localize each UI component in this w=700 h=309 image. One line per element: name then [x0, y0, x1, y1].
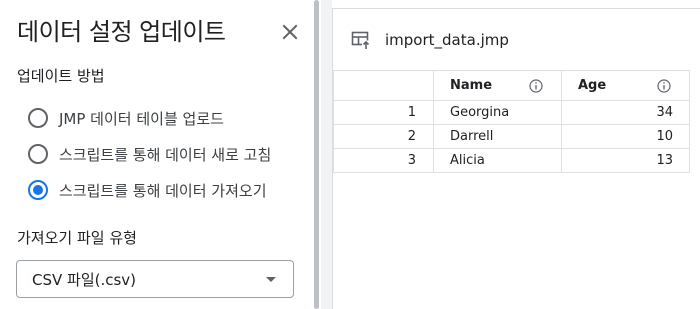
- row-index: 3: [333, 148, 434, 173]
- table-row: 3 Alicia 13: [333, 148, 690, 173]
- close-button[interactable]: [276, 18, 304, 46]
- data-preview-panel: import_data.jmp Name Age 1 Georgina 34 2…: [332, 8, 700, 309]
- radio-selected-dot: [33, 185, 43, 195]
- cell-name: Alicia: [433, 148, 562, 173]
- radio-button[interactable]: [28, 108, 48, 128]
- row-index: 2: [333, 124, 434, 149]
- data-preview-table: Name Age 1 Georgina 34 2 Darrell 10 3 Al…: [333, 70, 690, 173]
- panel-gutter: [321, 0, 332, 309]
- info-icon[interactable]: [529, 78, 543, 93]
- update-method-label: 업데이트 방법: [17, 67, 105, 85]
- radio-label: 스크립트를 통해 데이터 새로 고침: [59, 145, 272, 164]
- cell-name: Georgina: [433, 100, 562, 125]
- radio-option-refresh-script[interactable]: 스크립트를 통해 데이터 새로 고침: [28, 141, 271, 167]
- file-type-selected-value: CSV 파일(.csv): [32, 270, 137, 289]
- row-index: 1: [333, 100, 434, 125]
- cell-age: 10: [561, 124, 690, 149]
- cell-age: 34: [561, 100, 690, 125]
- column-header-age[interactable]: Age: [561, 70, 690, 101]
- dialog-root: 데이터 설정 업데이트 업데이트 방법 JMP 데이터 테이블 업로드 스크립트…: [0, 0, 700, 309]
- panel-title: 데이터 설정 업데이트: [17, 18, 226, 46]
- radio-label: JMP 데이터 테이블 업로드: [59, 109, 224, 128]
- settings-panel: 데이터 설정 업데이트 업데이트 방법 JMP 데이터 테이블 업로드 스크립트…: [0, 0, 312, 309]
- cell-name: Darrell: [433, 124, 562, 149]
- file-type-label: 가져오기 파일 유형: [17, 229, 137, 247]
- row-index-header: [333, 70, 434, 101]
- column-header-name[interactable]: Name: [433, 70, 562, 101]
- radio-option-upload-jmp[interactable]: JMP 데이터 테이블 업로드: [28, 105, 224, 131]
- radio-label: 스크립트를 통해 데이터 가져오기: [59, 181, 267, 200]
- radio-option-import-script[interactable]: 스크립트를 통해 데이터 가져오기: [28, 177, 267, 203]
- radio-button[interactable]: [28, 144, 48, 164]
- column-header-label: Age: [578, 78, 607, 93]
- table-import-icon: [351, 31, 370, 50]
- table-row: 2 Darrell 10: [333, 124, 690, 149]
- radio-button-selected[interactable]: [28, 180, 48, 200]
- info-icon[interactable]: [657, 78, 671, 93]
- chevron-down-icon: [266, 277, 276, 282]
- table-row: 1 Georgina 34: [333, 100, 690, 125]
- column-header-label: Name: [450, 78, 493, 93]
- cell-age: 13: [561, 148, 690, 173]
- close-icon: [282, 24, 298, 40]
- file-type-select[interactable]: CSV 파일(.csv): [16, 260, 294, 298]
- scrollbar-thumb[interactable]: [314, 0, 319, 309]
- table-header-row: Name Age: [333, 70, 690, 101]
- file-name: import_data.jmp: [385, 31, 509, 49]
